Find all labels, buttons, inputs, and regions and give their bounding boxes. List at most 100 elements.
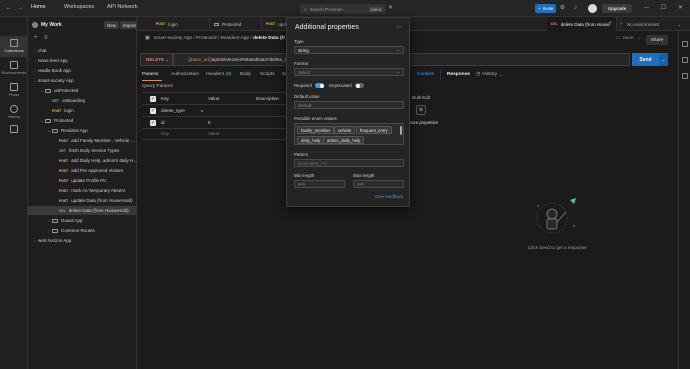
type-select[interactable]: string ⌄ [294,46,404,54]
select-all-checkbox[interactable]: ✓ [150,96,156,102]
format-select[interactable]: Select ⌄ [294,68,404,76]
sidebar-item[interactable]: GET fetch Daily Service Types [28,146,137,155]
share-button[interactable]: Share [646,35,668,45]
new-button[interactable]: New [104,21,120,29]
more-options-icon[interactable]: ⋯ [396,24,402,31]
sidebar-item[interactable]: ⌄ Protected [28,116,137,125]
sidebar-item-label: onBoarding [61,98,86,103]
rail-more[interactable] [0,122,28,143]
format-label: Format [294,61,308,66]
avatar[interactable] [588,4,597,13]
tab-authorization[interactable]: Authorization [171,72,199,77]
required-toggle[interactable] [315,83,324,88]
back-icon[interactable]: ← [4,4,13,13]
home-link[interactable]: Home [31,4,46,10]
sidebar-item[interactable]: ⌄ smart-society App [28,76,137,85]
enum-chip[interactable]: frequent_entry [356,126,392,134]
sidebar-item[interactable]: DEL delete Data (from HouseHold) [28,206,137,215]
filter-icon[interactable]: ≡ [44,35,48,41]
enum-scrollbar[interactable] [400,126,402,135]
sidebar-item[interactable]: › news-feed App [28,56,137,65]
sidebar-item[interactable]: › Guard App [28,216,137,225]
sidebar-item[interactable]: POST login [28,106,137,115]
param-checkbox[interactable]: ✓ [150,120,156,126]
sidebar-item[interactable]: POST mark As Temporary Absent [28,186,137,195]
enum-chip[interactable]: vehicle [334,126,356,134]
default-value-input[interactable]: Default [294,101,404,109]
forward-icon[interactable]: → [16,4,25,13]
minimize-icon[interactable]: — [642,4,651,13]
history-tab[interactable]: ◷ History ⌄ [476,72,502,77]
pattern-input[interactable]: [a-zA-Z0-9_\-\-] [294,159,404,167]
table-border [142,139,290,140]
close-window-icon[interactable]: ✕ [676,4,685,13]
notifications-icon[interactable]: ♪ [571,4,580,13]
rail-history[interactable]: History [0,102,28,123]
sidebar-item[interactable]: › web horizon App [28,236,137,245]
send-dropdown-button[interactable]: ⌄ [659,53,668,66]
tab-body[interactable]: Body [240,72,251,77]
comments-icon[interactable] [682,57,688,63]
rail-environments[interactable]: Environments [0,58,28,79]
sidebar-item[interactable]: ⌄ unProtected [28,86,137,95]
x-icon[interactable]: ✕ [386,4,395,13]
sidebar-item[interactable]: › chat [28,46,137,55]
param-value[interactable]: 8 [208,120,211,125]
chevron-down-icon: ⌄ [499,72,503,77]
breadcrumb-current[interactable]: delete Data (fr [253,36,285,41]
save-button[interactable]: ▭ Save ⌄ [616,36,642,41]
sidebar-item[interactable]: ⌄ Resident App [28,126,137,135]
tab-scripts[interactable]: Scripts [260,72,275,77]
tab-protected[interactable]: Protected [210,17,262,31]
sidebar-item[interactable]: GET onBoarding [28,96,137,105]
import-button[interactable]: Import [120,21,139,29]
enum-chip[interactable]: family_member [297,126,335,134]
search-bar[interactable]: ⌕ Search Postman Ctrl K [300,4,386,14]
param-checkbox[interactable]: ✓ [150,108,156,114]
sidebar-item[interactable]: POST update Profile Pic [28,176,137,185]
upgrade-button[interactable]: Upgrade [602,4,632,13]
sidebar-item[interactable]: › Common Routes [28,226,137,235]
new-param-value[interactable]: Value [208,131,219,136]
settings-icon[interactable]: ⚙ [416,105,426,115]
bulk-edit-link[interactable]: Bulk Edit [412,95,430,100]
param-key[interactable]: id [161,120,165,125]
rail-collections[interactable]: Collections [0,36,28,57]
tab-delete-data[interactable]: DEL delete Data (from House [547,17,617,31]
tab-login[interactable]: POST login [152,17,210,31]
sidebar-item[interactable]: › readle Book app [28,66,137,75]
min-length-input[interactable]: ### [294,180,345,188]
cookies-link[interactable]: Cookies [417,72,434,77]
new-param-key[interactable]: Key [161,131,169,136]
invite-button[interactable]: + Invite [535,4,557,13]
sidebar-item[interactable]: POST update Data (from HouseHold) [28,196,137,205]
sidebar-item[interactable]: POST add Daily Help, admin's daily H... [28,156,137,165]
param-key[interactable]: delete_type [161,108,185,113]
enum-chip[interactable]: daily_help [297,136,325,144]
info-icon[interactable] [682,73,688,79]
deprecated-toggle[interactable] [355,83,364,88]
tab-params[interactable]: Params [142,72,159,77]
enum-values-box[interactable]: family_member vehicle frequent_entry dai… [294,123,404,145]
sidebar-item[interactable]: POST add Pre Approved Visitors [28,166,137,175]
tab-headers[interactable]: Headers (8) [206,72,231,77]
send-button[interactable]: Send [632,53,659,66]
code-icon[interactable] [682,41,688,47]
maximize-icon[interactable]: ☐ [659,4,668,13]
settings-icon[interactable]: ⚙ [558,4,567,13]
environment-select[interactable]: No environment ⌄ [620,20,686,29]
give-feedback-link[interactable]: Give feedback [375,194,403,199]
api-network-link[interactable]: API Network [107,4,138,10]
new-tab-icon[interactable]: + [609,20,612,26]
max-length-input[interactable]: ### [353,180,404,188]
add-icon[interactable]: + [34,35,38,41]
rail-flows[interactable]: Flows [0,80,28,101]
rail-label: History [7,114,21,119]
method-select[interactable]: DELETE ⌄ [140,53,173,66]
breadcrumb-path[interactable]: smart-society App / Protected / Resident… [154,36,252,41]
sidebar-item[interactable]: POST add Family Member , Vehicle , ... [28,136,137,145]
workspaces-menu[interactable]: Workspaces [64,4,94,10]
default-value-label: Default value [294,94,320,99]
response-tab[interactable]: Response [447,72,470,77]
enum-chip[interactable]: admin_daily_help [323,136,365,144]
